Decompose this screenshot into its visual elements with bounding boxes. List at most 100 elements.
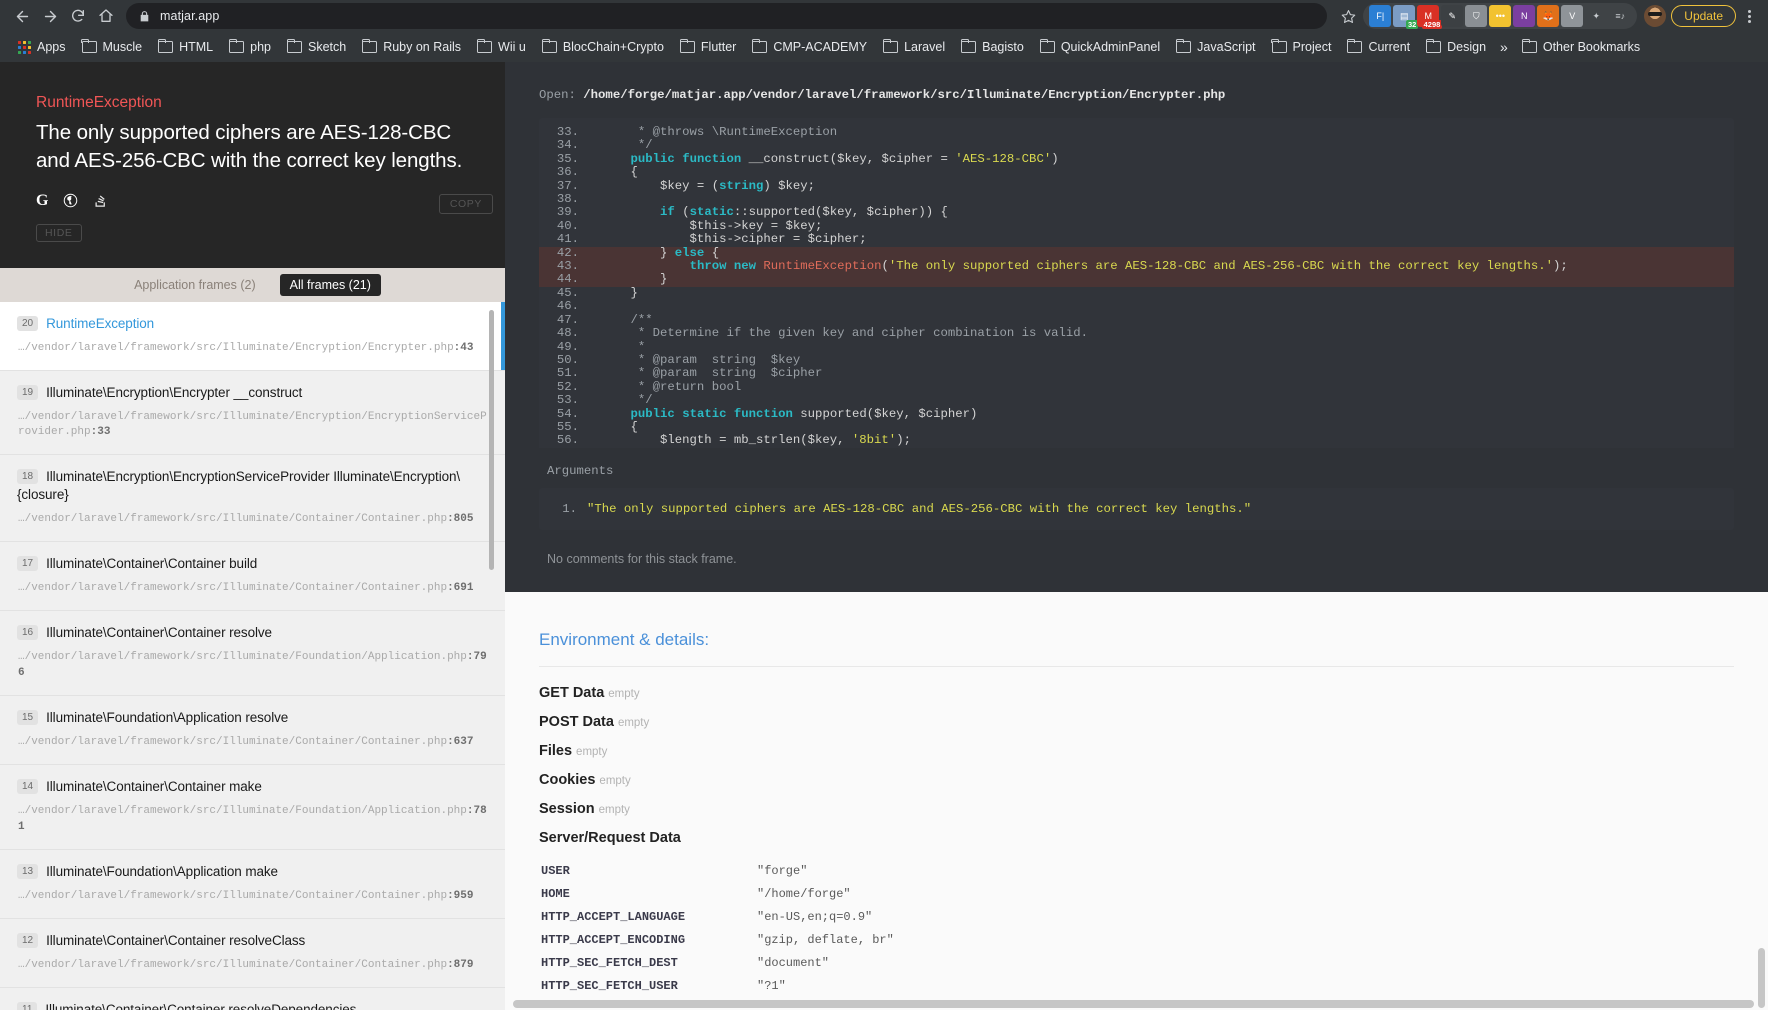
environment-section: Environment & details: GET Data empty POST… xyxy=(505,592,1768,998)
reader-extension[interactable]: ▤ 32 xyxy=(1393,5,1419,29)
frames-list[interactable]: 20 RuntimeException …/vendor/laravel/frame… xyxy=(0,301,505,1010)
bookmarks-overflow-icon[interactable]: » xyxy=(1494,39,1514,55)
copy-button[interactable]: COPY xyxy=(438,193,493,214)
env-section-files: Files empty xyxy=(539,743,1734,759)
stack-frame-15[interactable]: 15 Illuminate\Foundation\Application reso… xyxy=(0,696,505,766)
bookmark-ruby-on-rails[interactable]: Ruby on Rails xyxy=(354,37,469,57)
address-bar[interactable]: matjar.app xyxy=(126,3,1328,29)
bookmark-flutter[interactable]: Flutter xyxy=(672,37,744,57)
notes-extension[interactable]: ••• xyxy=(1489,5,1512,27)
browser-toolbar: matjar.app F| ▤ 32 M 4298 ✎ ⛉ ••• N 🦊 V ✦ ≡♪ Update xyxy=(0,0,1768,32)
left-panel: RuntimeException The only supported ciph… xyxy=(0,62,505,1010)
pocket-extension[interactable]: ⛉ xyxy=(1465,5,1488,27)
bookmark-bagisto[interactable]: Bagisto xyxy=(953,37,1032,57)
folder-icon xyxy=(679,38,695,53)
bookmark-other-bookmarks[interactable]: Other Bookmarks xyxy=(1514,37,1648,57)
bookmark-php[interactable]: php xyxy=(221,37,279,57)
bookmark-apps[interactable]: Apps xyxy=(10,37,74,57)
stack-frame-14[interactable]: 14 Illuminate\Container\Container make …/v… xyxy=(0,765,505,850)
code-line-number: 56. xyxy=(556,433,579,448)
left-panel-scrollbar[interactable] xyxy=(489,310,494,570)
tab-application-frames[interactable]: Application frames (2) xyxy=(124,274,266,296)
code-line-text: /** xyxy=(601,312,653,327)
update-button[interactable]: Update xyxy=(1671,5,1736,27)
stack-frame-16[interactable]: 16 Illuminate\Container\Container resolve… xyxy=(0,611,505,697)
frame-path: …/vendor/laravel/framework/src/Illuminat… xyxy=(18,736,474,749)
server-data-key: HTTP_SEC_FETCH_DEST xyxy=(541,955,678,970)
eyedropper-extension[interactable]: ✎ xyxy=(1441,5,1464,27)
avatar[interactable] xyxy=(1644,5,1667,27)
error-page: RuntimeException The only supported ciph… xyxy=(0,62,1768,1010)
folder-icon xyxy=(960,38,977,53)
firefox-extension[interactable]: 🦊 xyxy=(1537,5,1560,27)
bookmark-current[interactable]: Current xyxy=(1339,37,1418,57)
hide-button[interactable]: HIDE xyxy=(36,223,82,242)
env-section-session: Session empty xyxy=(539,801,1734,817)
gmail-checker-extension[interactable]: M 4298 xyxy=(1417,5,1443,29)
bookmark-design[interactable]: Design xyxy=(1418,37,1494,57)
forward-arrow-icon[interactable] xyxy=(36,2,64,30)
stack-frame-20[interactable]: 20 RuntimeException …/vendor/laravel/frame… xyxy=(0,301,505,371)
env-section-state: empty xyxy=(617,717,650,730)
env-section-label: GET Data xyxy=(539,685,605,702)
chrome-menu-icon[interactable] xyxy=(1738,9,1760,23)
puzzle-extensions-menu[interactable]: ✦ xyxy=(1585,5,1607,27)
code-line-number: 37. xyxy=(556,178,579,193)
bookmark-star-icon[interactable] xyxy=(1335,3,1361,29)
stack-frame-18[interactable]: 18 Illuminate\Encryption\EncryptionServic… xyxy=(0,455,505,543)
frame-name: Illuminate\Foundation\Application resolv… xyxy=(46,710,289,726)
bookmark-label: JavaScript xyxy=(1197,40,1256,54)
folder-icon xyxy=(157,38,174,53)
playlist-extension[interactable]: ≡♪ xyxy=(1609,5,1631,27)
bookmark-blocchain-crypto[interactable]: BlocChain+Crypto xyxy=(534,37,672,57)
bookmark-label: Current xyxy=(1368,40,1411,54)
home-icon[interactable] xyxy=(92,2,120,30)
stackoverflow-search-icon[interactable] xyxy=(93,193,108,208)
back-arrow-icon[interactable] xyxy=(8,2,36,30)
folder-icon xyxy=(81,38,97,53)
frame-number: 15 xyxy=(17,710,39,726)
bookmark-cmp-academy[interactable]: CMP-ACADEMY xyxy=(744,37,875,57)
duckduckgo-search-icon[interactable] xyxy=(63,193,78,208)
tab-all-frames[interactable]: All frames (21) xyxy=(279,273,381,296)
onenote-extension[interactable]: N xyxy=(1513,5,1536,27)
bookmark-quickadminpanel[interactable]: QuickAdminPanel xyxy=(1032,37,1168,57)
arguments-title: Arguments xyxy=(547,463,614,478)
bookmark-sketch[interactable]: Sketch xyxy=(279,37,354,57)
bookmark-muscle[interactable]: Muscle xyxy=(74,37,151,57)
bookmark-label: QuickAdminPanel xyxy=(1060,40,1161,54)
code-line-text: */ xyxy=(601,393,653,408)
server-data-row: HOME "/home/forge" xyxy=(539,882,1734,905)
stack-frame-11[interactable]: 11 Illuminate\Container\Container resolve… xyxy=(0,987,505,1010)
code-line-text: public static function supported($key, $… xyxy=(630,406,978,421)
google-search-icon[interactable]: G xyxy=(36,192,48,210)
vue-devtools-extension[interactable]: V xyxy=(1561,5,1584,27)
bookmark-javascript[interactable]: JavaScript xyxy=(1168,37,1263,57)
figma-extension[interactable]: F| xyxy=(1369,5,1392,27)
stack-frame-12[interactable]: 12 Illuminate\Container\Container resolve… xyxy=(0,918,505,988)
stack-frame-13[interactable]: 13 Illuminate\Foundation\Application make… xyxy=(0,849,505,919)
code-line-41: 41. $this->cipher = $cipher; xyxy=(539,232,1734,246)
horizontal-scrollbar[interactable] xyxy=(513,1000,1754,1008)
stack-frame-19[interactable]: 19 Illuminate\Encryption\Encrypter __cons… xyxy=(0,370,505,456)
code-line-number: 55. xyxy=(556,419,579,434)
bookmark-html[interactable]: HTML xyxy=(150,37,221,57)
server-data-row: HTTP_SEC_FETCH_USER "?1" xyxy=(539,974,1734,997)
browser-chrome: matjar.app F| ▤ 32 M 4298 ✎ ⛉ ••• N 🦊 V ✦ ≡♪ Update … xyxy=(0,0,1768,62)
reload-icon[interactable] xyxy=(64,2,92,30)
frame-number: 16 xyxy=(17,625,39,641)
bookmark-label: Ruby on Rails xyxy=(383,40,462,54)
bookmark-project[interactable]: Project xyxy=(1264,37,1340,57)
bookmark-wii-u[interactable]: Wii u xyxy=(469,37,534,57)
frame-number: 18 xyxy=(17,469,39,485)
server-data-key: HTTP_ACCEPT_ENCODING xyxy=(541,932,686,947)
bookmark-laravel[interactable]: Laravel xyxy=(875,37,953,57)
right-panel-scrollbar[interactable] xyxy=(1758,948,1765,1008)
folder-icon xyxy=(882,38,899,53)
gmail-checker-extension-badge: 4298 xyxy=(1421,20,1443,29)
bookmark-label: Project xyxy=(1292,40,1332,54)
folder-icon xyxy=(361,38,378,53)
stack-frame-17[interactable]: 17 Illuminate\Container\Container build …/… xyxy=(0,542,505,612)
folder-icon xyxy=(1039,38,1055,53)
code-line-48: 48. * Determine if the given key and cip… xyxy=(539,326,1734,340)
